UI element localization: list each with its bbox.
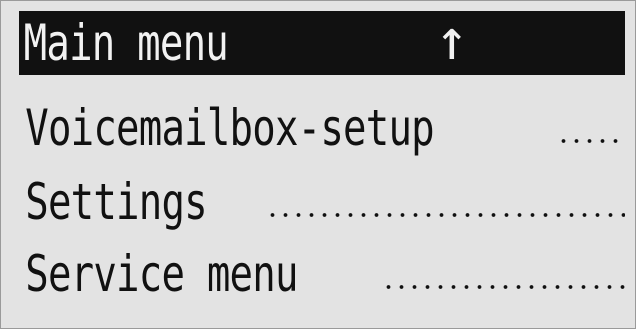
up-arrow-icon: ↑	[435, 11, 469, 73]
dot-leader	[382, 284, 625, 290]
menu-item-label: Voicemailbox-setup	[25, 99, 434, 157]
dot-leader	[265, 212, 625, 218]
dot-leader	[556, 138, 625, 144]
menu-item-label: Service menu	[25, 245, 298, 303]
menu-item-label: Settings	[25, 173, 207, 231]
menu-item-service-menu[interactable]: Service menu	[19, 239, 625, 309]
menu-title: Main menu	[23, 14, 229, 72]
menu-item-settings[interactable]: Settings	[19, 167, 625, 237]
lcd-screen: Main menu ↑ Voicemailbox-setup Settings …	[0, 0, 636, 329]
menu-item-voicemailbox-setup[interactable]: Voicemailbox-setup	[19, 93, 625, 163]
menu-header[interactable]: Main menu ↑	[19, 11, 625, 75]
